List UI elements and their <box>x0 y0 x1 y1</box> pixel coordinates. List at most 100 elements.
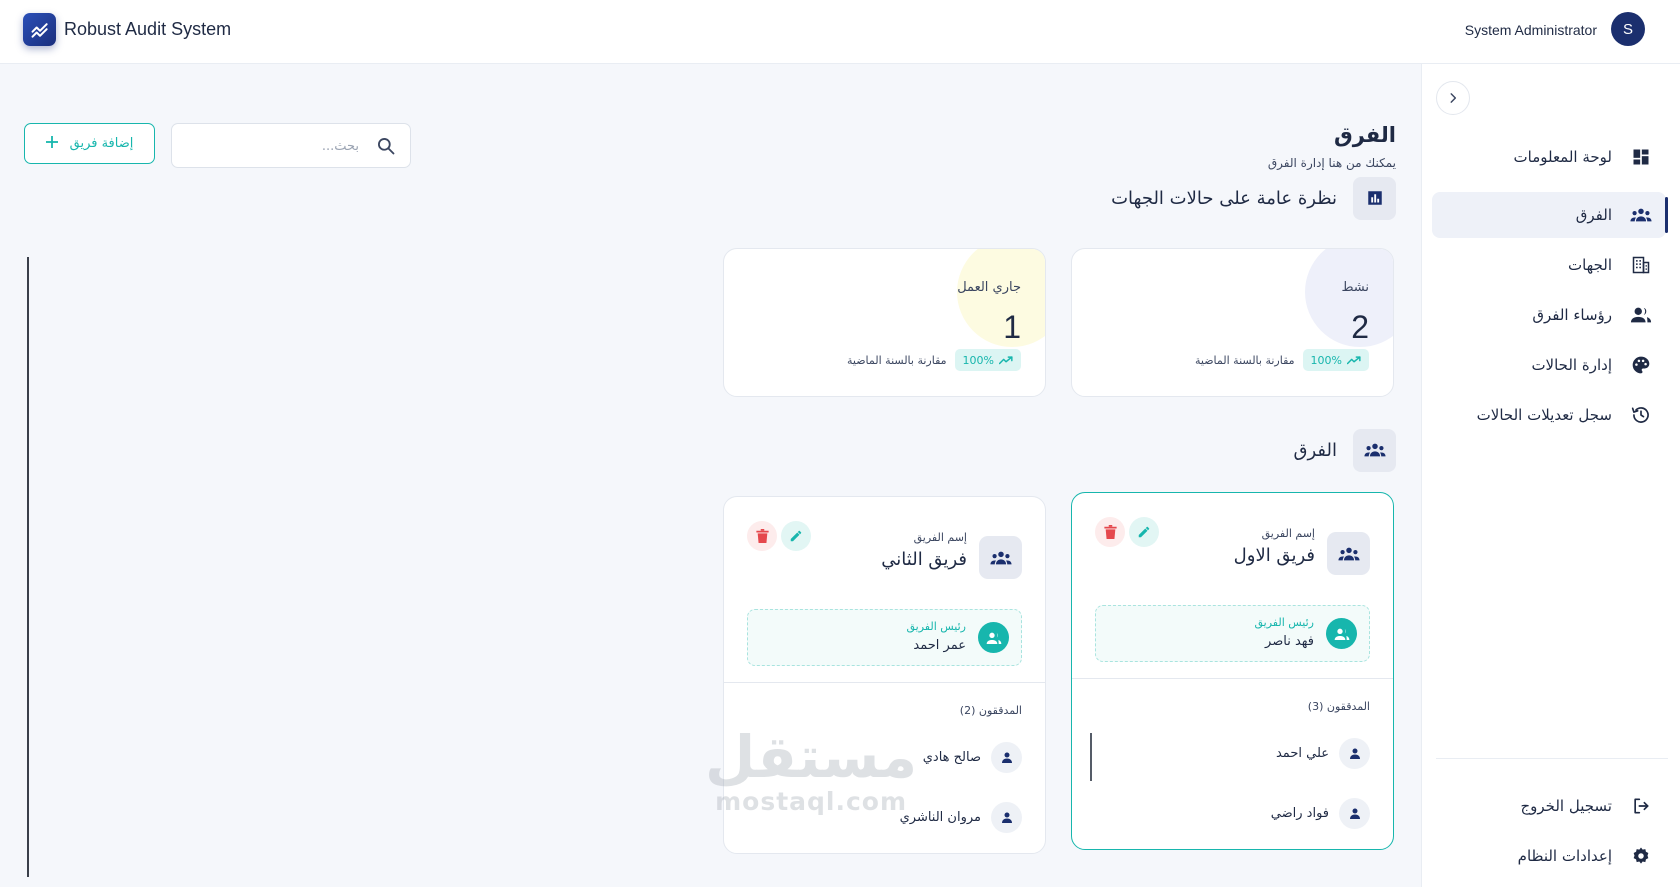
sidebar-item-dashboard[interactable]: لوحة المعلومات <box>1432 134 1666 180</box>
stat-compare-text: مقارنة بالسنة الماضية <box>1195 353 1295 367</box>
app-logo-icon[interactable] <box>23 13 56 46</box>
trending-up-icon <box>999 356 1013 365</box>
sidebar-divider <box>1436 758 1668 759</box>
sidebar-item-label: الجهات <box>1567 256 1612 274</box>
card-divider <box>724 682 1045 683</box>
groups-icon <box>1630 204 1652 226</box>
person-icon <box>991 741 1022 773</box>
trend-badge: 100% <box>954 349 1021 371</box>
team-name: فريق الاول <box>1233 545 1315 566</box>
auditors-heading: المدققون (2) <box>959 704 1022 717</box>
chevron-right-icon <box>1450 93 1457 103</box>
sidebar-item-settings[interactable]: إعدادات النظام <box>1432 833 1666 879</box>
user-avatar[interactable]: S <box>1611 12 1645 46</box>
leader-role: رئيس الفريق <box>1254 616 1315 629</box>
edit-button[interactable] <box>781 521 811 551</box>
sidebar-item-label: سجل تعديلات الحالات <box>1476 406 1612 424</box>
stat-card-active: نشط 2 مقارنة بالسنة الماضية 100% <box>1071 248 1394 397</box>
watermark-latin: mostaql.com <box>715 787 908 816</box>
watermark: مستقل mostaql.com <box>705 727 917 817</box>
stat-value: 1 <box>1003 309 1021 345</box>
groups-icon <box>1327 532 1370 575</box>
add-team-button[interactable]: إضافة فريق <box>24 123 155 164</box>
trend-value: 100% <box>1310 353 1342 367</box>
bar-chart-icon <box>1353 176 1396 220</box>
team-name-label: إسم الفريق <box>913 531 967 544</box>
sidebar-item-case-management[interactable]: إدارة الحالات <box>1432 342 1666 388</box>
person-icon <box>1339 737 1370 769</box>
team-card[interactable]: إسم الفريق فريق الاول رئيس الفريق فهد نا… <box>1071 492 1394 850</box>
sidebar-item-logout[interactable]: تسجيل الخروج <box>1432 783 1666 829</box>
page-subtitle: يمكنك من هنا إدارة الفرق <box>1267 156 1396 170</box>
trend-value: 100% <box>962 353 994 367</box>
stat-label: نشط <box>1341 280 1369 295</box>
teams-section-header: الفرق <box>1294 428 1396 472</box>
auditor-item: فواد راضي <box>1270 797 1370 829</box>
pencil-icon <box>790 530 802 542</box>
leader-role: رئيس الفريق <box>906 620 967 633</box>
delete-button[interactable] <box>747 521 777 551</box>
auditors-heading: المدققون (3) <box>1307 700 1370 713</box>
page-title: الفرق <box>1333 123 1396 147</box>
card-divider <box>1072 678 1393 679</box>
trash-icon <box>1103 525 1117 539</box>
sidebar-item-label: إدارة الحالات <box>1531 356 1612 374</box>
trending-up-icon <box>1347 356 1361 365</box>
stat-card-in-progress: جاري العمل 1 مقارنة بالسنة الماضية 100% <box>723 248 1046 397</box>
search-box <box>171 123 411 168</box>
leader-icon <box>978 622 1009 653</box>
sidebar-collapse-button[interactable] <box>1436 81 1470 115</box>
text-cursor-line <box>1090 733 1092 781</box>
trend-badge: 100% <box>1302 349 1369 371</box>
sidebar-item-entities[interactable]: الجهات <box>1432 242 1666 288</box>
team-name-label: إسم الفريق <box>1261 527 1315 540</box>
leader-icon <box>1326 618 1357 649</box>
add-team-label: إضافة فريق <box>69 136 134 151</box>
search-input[interactable] <box>184 133 359 159</box>
trash-icon <box>755 529 769 543</box>
auditor-item: صالح هادي <box>923 741 1022 773</box>
stat-value: 2 <box>1351 309 1369 345</box>
palette-icon <box>1630 354 1652 376</box>
sidebar-item-team-leaders[interactable]: رؤساء الفرق <box>1432 292 1666 338</box>
divider-line <box>27 257 29 877</box>
sidebar-item-label: تسجيل الخروج <box>1520 797 1612 815</box>
settings-icon <box>1630 845 1652 867</box>
team-leader-box: رئيس الفريق فهد ناصر <box>1095 605 1370 662</box>
team-name: فريق الثاني <box>881 549 967 570</box>
sidebar-item-label: رؤساء الفرق <box>1532 306 1612 324</box>
person-icon <box>1339 797 1370 829</box>
sidebar-item-label: إعدادات النظام <box>1517 847 1612 865</box>
overview-title: نظرة عامة على حالات الجهات <box>1111 187 1337 209</box>
person-icon <box>991 801 1022 833</box>
leader-name: فهد ناصر <box>1265 634 1314 649</box>
sidebar-item-case-history[interactable]: سجل تعديلات الحالات <box>1432 392 1666 438</box>
stat-decoration <box>1305 249 1393 347</box>
overview-section-header: نظرة عامة على حالات الجهات <box>1111 176 1396 220</box>
edit-button[interactable] <box>1129 517 1159 547</box>
groups-icon <box>1353 428 1396 472</box>
groups-icon <box>979 536 1022 579</box>
leader-name: عمر احمد <box>913 638 966 653</box>
stat-footer: مقارنة بالسنة الماضية 100% <box>1195 349 1369 371</box>
sidebar: لوحة المعلومات الفرق الجهات رؤساء الفرق … <box>1421 64 1680 887</box>
stat-compare-text: مقارنة بالسنة الماضية <box>847 353 947 367</box>
watermark-arabic: مستقل <box>705 723 918 791</box>
people-icon <box>1630 304 1652 326</box>
search-icon[interactable] <box>376 136 396 160</box>
history-icon <box>1630 404 1652 426</box>
active-indicator <box>1665 197 1668 233</box>
auditor-name: فواد راضي <box>1270 805 1329 821</box>
pencil-icon <box>1138 526 1150 538</box>
building-icon <box>1630 254 1652 276</box>
auditor-name: علي احمد <box>1275 745 1329 761</box>
stat-label: جاري العمل <box>957 280 1021 295</box>
sidebar-item-teams[interactable]: الفرق <box>1432 192 1666 238</box>
stat-footer: مقارنة بالسنة الماضية 100% <box>847 349 1021 371</box>
delete-button[interactable] <box>1095 517 1125 547</box>
auditor-item: مروان الناشري <box>900 801 1022 833</box>
user-name: System Administrator <box>1464 22 1597 38</box>
auditor-item: علي احمد <box>1275 737 1370 769</box>
top-bar: Robust Audit System System Administrator… <box>0 0 1680 64</box>
plus-icon <box>45 135 58 152</box>
